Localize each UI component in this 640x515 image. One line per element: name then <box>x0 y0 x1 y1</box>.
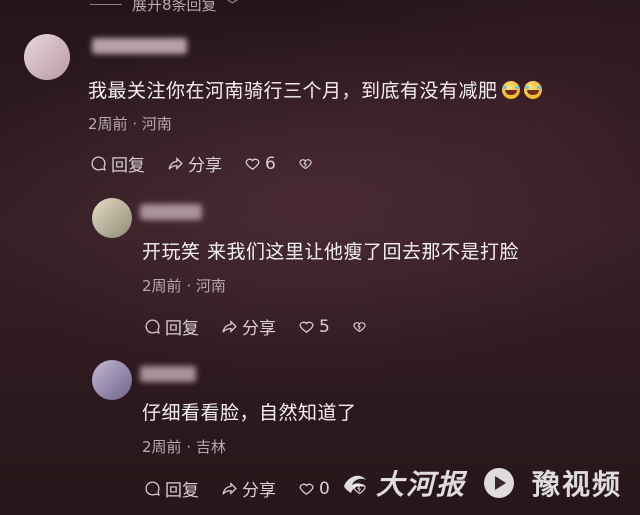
comment-meta: 2周前 · 河南 <box>142 275 226 296</box>
share-icon <box>222 320 237 333</box>
reply-button[interactable]: 回复 <box>90 151 145 176</box>
like-button[interactable]: 6 <box>244 154 276 174</box>
like-button[interactable]: 5 <box>298 317 330 337</box>
username-blurred[interactable] <box>92 38 187 54</box>
reply-label: 回复 <box>111 156 145 176</box>
comment-actions: 回复 分享 6 <box>90 151 335 176</box>
reply-icon <box>145 481 160 496</box>
like-icon <box>245 158 260 170</box>
comment-location: 河南 <box>195 277 226 295</box>
comment-actions: 回复 分享 5 <box>144 314 389 339</box>
comment-location: 河南 <box>141 115 172 133</box>
dislike-icon <box>353 322 366 333</box>
watermark-dahebao: 大河报 <box>340 463 466 503</box>
share-icon <box>168 157 183 170</box>
reply-label: 回复 <box>165 319 199 339</box>
comment-location: 吉林 <box>195 438 226 456</box>
watermark-brand-2: 豫视频 <box>531 468 622 501</box>
reply-button[interactable]: 回复 <box>144 476 199 501</box>
share-label: 分享 <box>242 481 276 501</box>
laughing-tears-emoji-icon <box>501 81 520 99</box>
share-icon <box>222 482 237 495</box>
expand-replies-label: 展开8条回复 <box>132 0 217 14</box>
username-blurred[interactable] <box>140 366 196 382</box>
comment-text: 开玩笑 来我们这里让他瘦了回去那不是打脸 <box>142 241 520 263</box>
reply-label: 回复 <box>165 481 199 501</box>
like-icon <box>299 483 314 495</box>
username-blurred[interactable] <box>140 204 202 220</box>
comment-text: 我最关注你在河南骑行三个月，到底有没有减肥 <box>88 76 542 103</box>
yushipin-logo-icon <box>483 468 514 498</box>
avatar[interactable] <box>24 34 70 80</box>
comment-text: 仔细看看脸，自然知道了 <box>142 402 357 424</box>
dislike-button[interactable] <box>352 319 367 334</box>
laughing-tears-emoji-icon <box>523 81 542 99</box>
reply-button[interactable]: 回复 <box>144 314 199 339</box>
dislike-icon <box>299 159 312 170</box>
share-label: 分享 <box>242 319 276 339</box>
share-label: 分享 <box>188 156 222 176</box>
share-button[interactable]: 分享 <box>221 314 276 339</box>
like-button[interactable]: 0 <box>298 479 330 499</box>
divider-line <box>90 4 122 5</box>
comment-meta: 2周前 · 吉林 <box>142 436 226 457</box>
share-button[interactable]: 分享 <box>167 151 222 176</box>
like-icon <box>299 321 314 333</box>
meta-separator: · <box>186 277 192 295</box>
watermark: 大河报 豫视频 <box>340 463 622 503</box>
avatar[interactable] <box>92 360 132 400</box>
like-count: 5 <box>319 316 330 337</box>
like-count: 0 <box>319 478 330 499</box>
reply-icon <box>145 319 160 334</box>
comment-meta: 2周前 · 河南 <box>88 113 172 134</box>
meta-separator: · <box>186 438 192 456</box>
dislike-button[interactable] <box>298 156 313 171</box>
reply-icon <box>91 156 106 171</box>
share-button[interactable]: 分享 <box>221 476 276 501</box>
avatar[interactable] <box>92 198 132 238</box>
comment-time: 2周前 <box>142 438 182 456</box>
expand-replies[interactable]: 展开8条回复 ﹀ <box>90 0 239 15</box>
comment-time: 2周前 <box>142 277 182 295</box>
watermark-brand-1: 大河报 <box>375 468 466 501</box>
comment-time: 2周前 <box>88 115 128 133</box>
dahebao-logo-icon <box>343 475 366 493</box>
meta-separator: · <box>132 115 138 133</box>
chevron-down-icon: ﹀ <box>226 0 239 12</box>
like-count: 6 <box>265 153 276 174</box>
